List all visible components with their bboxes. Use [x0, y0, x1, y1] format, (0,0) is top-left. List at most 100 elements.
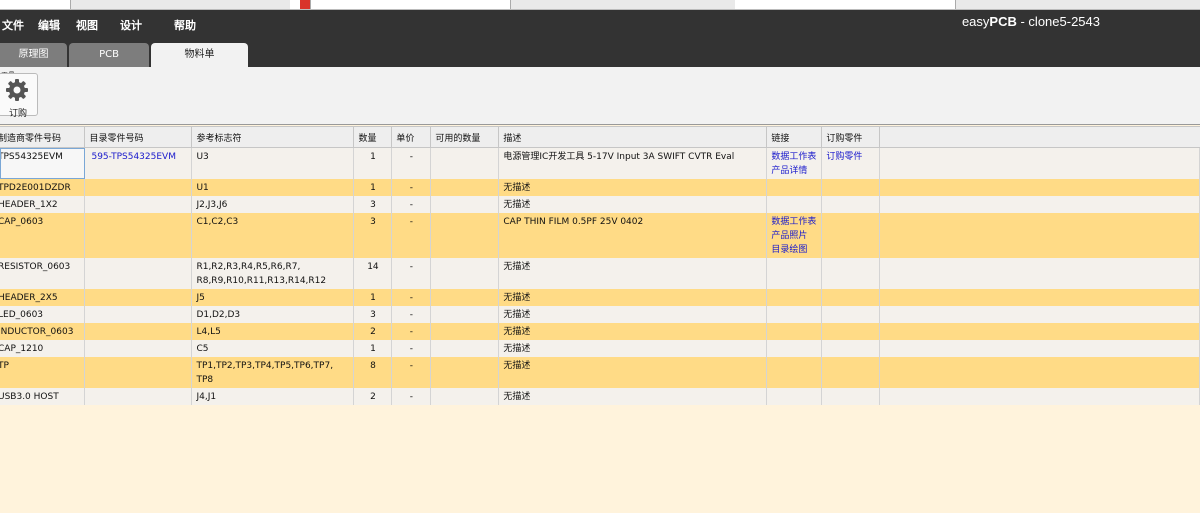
order-part-link[interactable]: 订购零件: [826, 152, 862, 162]
refdes-line: TP1,TP2,TP3,TP4,TP5,TP6,TP7,: [196, 361, 334, 371]
cell-refdes: U1: [191, 179, 355, 196]
cell-description: 电源管理IC开发工具 5-17V Input 3A SWIFT CVTR Eva…: [498, 147, 768, 179]
cell-mpn: INDUCTOR_0603: [0, 323, 86, 340]
cell-links: [766, 179, 823, 196]
cell-available: [430, 289, 500, 306]
cell-filler: [879, 258, 1200, 289]
cell-description: 无描述: [498, 289, 768, 306]
table-row[interactable]: USB3.0 HOST J4,J1 2- 无描述: [0, 388, 1200, 405]
menu-bar: 文件 编辑 视图 设计 帮助 easyPCB - clone5-2543: [0, 10, 1200, 42]
tab-strip-segment: [290, 0, 511, 9]
menu-view[interactable]: 视图: [76, 17, 98, 33]
cell-mpn: HEADER_2X5: [0, 289, 86, 306]
refdes-line: L4,L5: [196, 327, 221, 337]
menu-help[interactable]: 帮助: [174, 17, 196, 33]
datasheet-link[interactable]: 数据工作表: [771, 150, 817, 164]
refdes-line: J4,J1: [196, 392, 217, 402]
refdes-line: J2,J3,J6: [196, 200, 228, 210]
cell-refdes: J5: [191, 289, 355, 306]
cell-price: -: [391, 323, 432, 340]
catalog-number-link[interactable]: 595-TPS54325EVM: [91, 152, 175, 162]
cell-description: 无描述: [498, 357, 768, 388]
cell-available: [430, 213, 500, 258]
cell-filler: [879, 357, 1200, 388]
table-row[interactable]: LED_0603 D1,D2,D3 3- 无描述: [0, 306, 1200, 323]
cell-refdes: C1,C2,C3: [191, 213, 355, 258]
cell-refdes: R1,R2,R3,R4,R5,R6,R7, R8,R9,R10,R11,R13,R…: [191, 258, 355, 289]
refdes-line: R8,R9,R10,R11,R13,R14,R12: [196, 276, 327, 286]
table-row[interactable]: TPS54325EVM 595-TPS54325EVM U3 1- 电源管理IC开发工具…: [0, 147, 1200, 179]
tab-schematic[interactable]: 原理图: [0, 43, 67, 67]
cell-available: [430, 340, 500, 357]
menu-design[interactable]: 设计: [120, 17, 142, 33]
cell-refdes: TP1,TP2,TP3,TP4,TP5,TP6,TP7, TP8: [191, 357, 355, 388]
tab-bom[interactable]: 物料单: [151, 43, 248, 67]
col-header-description[interactable]: 描述: [498, 126, 768, 148]
cell-mpn: CAP_1210: [0, 340, 86, 357]
menu-file[interactable]: 文件: [2, 17, 24, 33]
cell-available: [430, 388, 500, 405]
cell-order: [821, 357, 881, 388]
col-header-refdes[interactable]: 参考标志符: [191, 126, 355, 148]
datasheet-link[interactable]: 数据工作表: [771, 215, 817, 229]
table-row[interactable]: CAP_1210 C5 1- 无描述: [0, 340, 1200, 357]
cell-qty: 1: [353, 147, 393, 179]
cell-mpn: TPD2E001DZDR: [0, 179, 86, 196]
col-header-links[interactable]: 链接: [766, 126, 823, 148]
red-marker-icon: [300, 0, 311, 9]
cell-price: -: [391, 179, 432, 196]
menu-edit[interactable]: 编辑: [38, 17, 60, 33]
col-header-price[interactable]: 单价: [391, 126, 432, 148]
cell-description: 无描述: [498, 388, 768, 405]
cell-refdes: J4,J1: [191, 388, 355, 405]
order-button[interactable]: 订购: [0, 73, 38, 119]
col-header-mpn[interactable]: 制造商零件号码: [0, 126, 86, 148]
cell-links: [766, 340, 823, 357]
cell-order: [821, 323, 881, 340]
cell-qty: 3: [353, 213, 393, 258]
col-header-catalog[interactable]: 目录零件号码: [84, 126, 193, 148]
cell-links: [766, 357, 823, 388]
cell-filler: [879, 340, 1200, 357]
datasheet-link[interactable]: 产品详情: [771, 164, 817, 178]
datasheet-link[interactable]: 目录绘图: [771, 243, 817, 257]
col-header-available[interactable]: 可用的数量: [430, 126, 500, 148]
table-row[interactable]: HEADER_2X5 J5 1- 无描述: [0, 289, 1200, 306]
cell-order: [821, 306, 881, 323]
cell-links: [766, 258, 823, 289]
cell-order: [821, 213, 881, 258]
table-row[interactable]: RESISTOR_0603 R1,R2,R3,R4,R5,R6,R7, R8,R9,…: [0, 258, 1200, 289]
cell-links: [766, 306, 823, 323]
cell-refdes: J2,J3,J6: [191, 196, 355, 213]
cell-qty: 1: [353, 179, 393, 196]
table-row[interactable]: HEADER_1X2 J2,J3,J6 3- 无描述: [0, 196, 1200, 213]
table-row[interactable]: TP TP1,TP2,TP3,TP4,TP5,TP6,TP7, TP8 8- 无描述: [0, 357, 1200, 388]
cell-refdes: D1,D2,D3: [191, 306, 355, 323]
col-header-qty[interactable]: 数量: [353, 126, 393, 148]
cell-catalog: 595-TPS54325EVM: [84, 147, 193, 179]
cell-order: [821, 258, 881, 289]
cell-mpn: USB3.0 HOST: [0, 388, 86, 405]
refdes-line: J5: [196, 293, 205, 303]
tab-pcb[interactable]: PCB: [69, 43, 149, 67]
cell-catalog: [84, 289, 193, 306]
cell-available: [430, 147, 500, 179]
cell-refdes: L4,L5: [191, 323, 355, 340]
cell-mpn: TP: [0, 357, 86, 388]
cell-qty: 2: [353, 388, 393, 405]
cell-price: -: [391, 258, 432, 289]
cell-description: 无描述: [498, 340, 768, 357]
col-header-order[interactable]: 订购零件: [821, 126, 881, 148]
cell-description: 无描述: [498, 196, 768, 213]
cell-mpn: CAP_0603: [0, 213, 86, 258]
table-row[interactable]: INDUCTOR_0603 L4,L5 2- 无描述: [0, 323, 1200, 340]
cell-filler: [879, 388, 1200, 405]
cell-order: [821, 179, 881, 196]
table-row[interactable]: TPD2E001DZDR U1 1- 无描述: [0, 179, 1200, 196]
document-tabs: 原理图 PCB 物料单: [0, 42, 1200, 67]
datasheet-link[interactable]: 产品照片: [771, 229, 817, 243]
cell-catalog: [84, 213, 193, 258]
table-row[interactable]: CAP_0603 C1,C2,C3 3- CAP THIN FILM 0.5PF 25…: [0, 213, 1200, 258]
cell-price: -: [391, 340, 432, 357]
cell-price: -: [391, 388, 432, 405]
